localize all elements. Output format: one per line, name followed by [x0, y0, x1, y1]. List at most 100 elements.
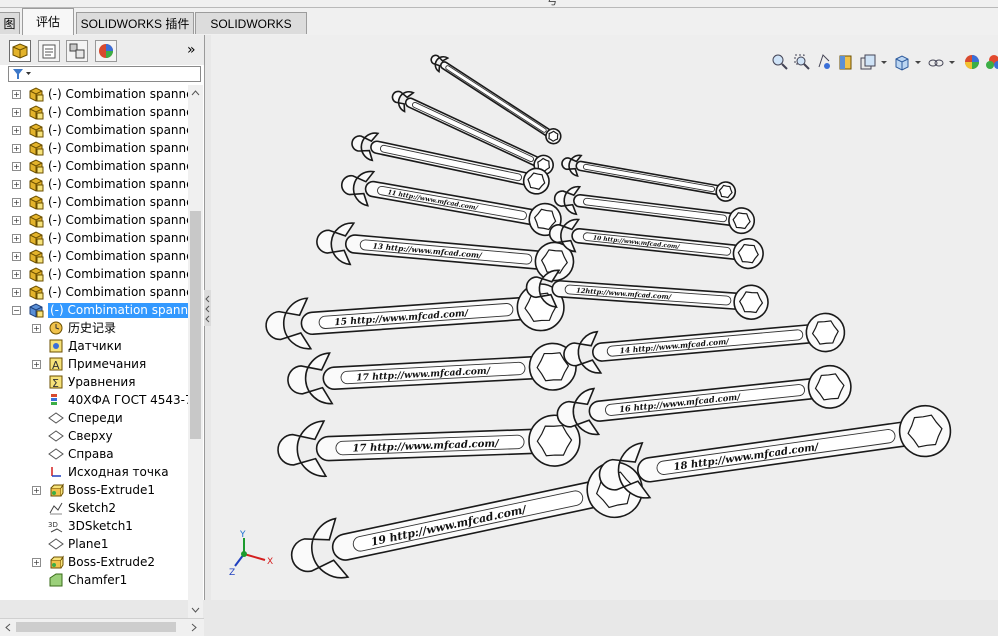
part-icon [28, 302, 44, 318]
tree-item[interactable]: Plane1 [0, 535, 188, 553]
panel-tabs: » [0, 35, 204, 65]
expand-toggle[interactable]: + [32, 486, 41, 495]
panel-splitter[interactable] [204, 290, 211, 326]
tree-item[interactable]: Sketch2 [0, 499, 188, 517]
tree-item[interactable]: + A Примечания [0, 355, 188, 373]
tree-horizontal-scrollbar[interactable] [0, 618, 204, 636]
wrench-left-6: 15 http://www.mfcad.com/ [265, 283, 565, 350]
tree-item[interactable]: 40ХФА ГОСТ 4543-7 [0, 391, 188, 409]
tree-item[interactable]: Chamfer1 [0, 571, 188, 589]
display-manager-tab[interactable] [95, 40, 117, 62]
tab-0[interactable]: 图 [0, 12, 20, 34]
configuration-manager-tab[interactable] [66, 40, 88, 62]
tab-solidworks-mbd[interactable]: SOLIDWORKS MBD [195, 12, 307, 53]
tree-item[interactable]: Сверху [0, 427, 188, 445]
tree-item[interactable]: + (-) Combimation spanner [0, 157, 188, 175]
tree-item[interactable]: + (-) Combimation spanner [0, 211, 188, 229]
tree-item-label: Plane1 [68, 537, 109, 551]
tab-evaluate[interactable]: 评估 [22, 8, 74, 35]
expand-toggle[interactable]: + [32, 558, 41, 567]
plane-icon [48, 410, 64, 426]
tree-item-label: (-) Combimation spanner [48, 267, 188, 281]
part-icon [28, 284, 44, 300]
x-axis-label: X [267, 557, 273, 567]
tree-item-label: 3DSketch1 [68, 519, 133, 533]
hscroll-thumb[interactable] [16, 622, 176, 632]
expand-toggle[interactable]: + [12, 270, 21, 279]
tree-item-label: (-) Combimation spanner [48, 285, 188, 299]
history-icon [48, 320, 64, 336]
tree-item-label: Сверху [68, 429, 113, 443]
expand-toggle[interactable]: + [32, 360, 41, 369]
tree-item[interactable]: + (-) Combimation spanner [0, 121, 188, 139]
tree-item[interactable]: + (-) Combimation spanner [0, 229, 188, 247]
tree-item[interactable]: + (-) Combimation spanner [0, 85, 188, 103]
scroll-down-icon[interactable] [188, 604, 203, 616]
chamfer-icon [48, 572, 64, 588]
tree-filter[interactable] [8, 66, 201, 82]
expand-toggle[interactable]: + [12, 234, 21, 243]
extrude-icon [48, 554, 64, 570]
part-icon [28, 176, 44, 192]
tree-item[interactable]: + (-) Combimation spanner [0, 193, 188, 211]
collapse-toggle[interactable]: − [12, 306, 21, 315]
tree-item-label: Уравнения [68, 375, 136, 389]
scroll-thumb[interactable] [190, 211, 201, 439]
part-icon [28, 86, 44, 102]
tree-item[interactable]: + 历史记录 [0, 319, 188, 337]
expand-toggle[interactable]: + [12, 180, 21, 189]
tab-solidworks-addins[interactable]: SOLIDWORKS 插件 [76, 12, 194, 34]
expand-toggle[interactable]: + [12, 252, 21, 261]
tree-item[interactable]: + (-) Combimation spanner [0, 175, 188, 193]
scroll-left-icon[interactable] [2, 620, 14, 635]
tree-item[interactable]: + (-) Combimation spanner [0, 139, 188, 157]
extrude-icon [48, 482, 64, 498]
tree-item[interactable]: Датчики [0, 337, 188, 355]
material-icon [48, 392, 64, 408]
tree-item[interactable]: Справа [0, 445, 188, 463]
expand-toggle[interactable]: + [12, 162, 21, 171]
expand-toggle[interactable]: + [12, 288, 21, 297]
tree-item-label: 40ХФА ГОСТ 4543-7 [68, 393, 188, 407]
collapse-panel-icon [205, 295, 210, 323]
expand-toggle[interactable]: + [12, 108, 21, 117]
tree-item-label: Исходная точка [68, 465, 169, 479]
tree-item[interactable]: + (-) Combimation spanner [0, 265, 188, 283]
expand-toggle[interactable]: + [12, 198, 21, 207]
wrench-right-9: 19 http://www.mfcad.com/ [290, 461, 644, 579]
expand-toggle[interactable]: + [12, 90, 21, 99]
tree-item-selected[interactable]: − (-) Combimation spanner [0, 301, 188, 319]
wrench-set-model: 11 http://www.mfcad.com/13 http://www.mf… [265, 54, 952, 579]
sensor-icon [48, 338, 64, 354]
tree-item[interactable]: + (-) Combimation spanner [0, 103, 188, 121]
wrench-left-1 [430, 54, 562, 145]
tree-item[interactable]: Исходная точка [0, 463, 188, 481]
feature-manager-tab[interactable] [9, 40, 31, 62]
panel-more-button[interactable]: » [187, 42, 196, 58]
configuration-manager-icon [69, 43, 85, 59]
tree-item[interactable]: 3D 3DSketch1 [0, 517, 188, 535]
tree-item[interactable]: + (-) Combimation spanner [0, 283, 188, 301]
scroll-right-icon[interactable] [188, 620, 200, 635]
graphics-area[interactable]: 11 http://www.mfcad.com/13 http://www.mf… [211, 35, 998, 600]
tree-item-label: Примечания [68, 357, 147, 371]
tree-item[interactable]: + Boss-Extrude2 [0, 553, 188, 571]
expand-toggle[interactable]: + [12, 144, 21, 153]
wrench-left-8: 17 http://www.mfcad.com/ [277, 414, 581, 478]
expand-toggle[interactable]: + [32, 324, 41, 333]
tree-vertical-scrollbar[interactable] [188, 85, 203, 618]
tree-item[interactable]: + (-) Combimation spanner [0, 247, 188, 265]
expand-toggle[interactable]: + [12, 216, 21, 225]
tree-item-label: (-) Combimation spanner [48, 177, 188, 191]
scroll-up-icon[interactable] [188, 87, 203, 99]
svg-text:Σ: Σ [52, 377, 59, 390]
tree-item[interactable]: + Boss-Extrude1 [0, 481, 188, 499]
property-manager-tab[interactable] [38, 40, 60, 62]
tree-item-label: (-) Combimation spanner [48, 105, 188, 119]
expand-toggle[interactable]: + [12, 126, 21, 135]
tree-item[interactable]: Σ Уравнения [0, 373, 188, 391]
feature-manager-panel: » + (-) Combimation spanner + (-) Combimati… [0, 35, 205, 636]
svg-text:3D: 3D [48, 521, 58, 529]
tree-item[interactable]: Спереди [0, 409, 188, 427]
tree-item-label: (-) Combimation spanner [48, 213, 188, 227]
